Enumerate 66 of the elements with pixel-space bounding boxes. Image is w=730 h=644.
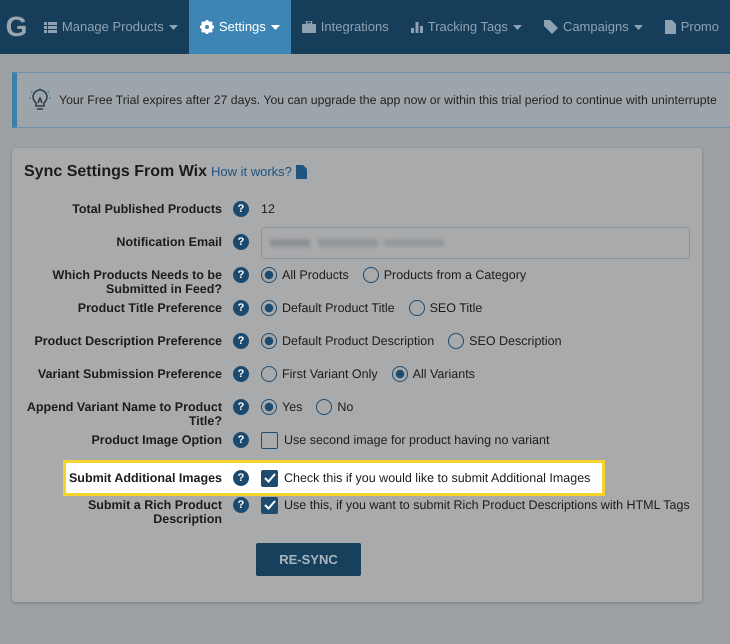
field-value: 12 xyxy=(261,201,275,218)
nav-item[interactable]: Integrations xyxy=(290,0,400,54)
radio-label[interactable]: Default Product Description xyxy=(282,332,434,351)
field-label: Product Title Preference xyxy=(76,300,222,315)
help-icon[interactable]: ? xyxy=(233,399,249,415)
field-label: Append Variant Name to Product Title? xyxy=(26,399,222,428)
field-label: Product Image Option xyxy=(90,432,222,447)
list-icon xyxy=(44,22,57,32)
radio-label[interactable]: SEO Title xyxy=(430,299,482,318)
field-label: Product Description Preference xyxy=(33,333,222,348)
nav-item[interactable]: Manage Products xyxy=(32,0,189,54)
alert-text: Your Free Trial expires after 27 days. You can upgrade the app now or within this trial period to continue with uninterrupte xyxy=(59,92,717,109)
help-icon[interactable]: ? xyxy=(233,470,249,486)
field-label: Variant Submission Preference xyxy=(36,366,222,381)
help-icon[interactable]: ? xyxy=(233,432,249,448)
bar-chart-icon xyxy=(410,22,423,32)
document-icon xyxy=(664,20,676,34)
help-icon[interactable]: ? xyxy=(233,300,249,316)
help-icon[interactable]: ? xyxy=(233,234,249,250)
lightbulb-icon xyxy=(29,88,51,112)
field-label: Notification Email xyxy=(115,234,222,249)
briefcase-icon xyxy=(302,21,316,33)
radio-label[interactable]: No xyxy=(337,398,354,417)
checkbox[interactable] xyxy=(261,432,278,449)
checkbox[interactable] xyxy=(261,496,278,514)
radio-label[interactable]: First Variant Only xyxy=(282,365,378,384)
radio-label[interactable]: All Products xyxy=(282,266,349,285)
radio-label[interactable]: Yes xyxy=(282,398,302,417)
nav-item[interactable]: Promo xyxy=(654,0,730,54)
radio-label[interactable]: SEO Description xyxy=(469,332,562,351)
field-label: Submit a Rich Product Description xyxy=(86,496,222,526)
resync-button[interactable]: RE-SYNC xyxy=(256,542,361,576)
logo[interactable]: G xyxy=(0,0,33,54)
document-icon xyxy=(296,165,307,179)
radio-button[interactable] xyxy=(261,267,277,284)
field-label: Which Products Needs to be Submitted in Feed? xyxy=(52,267,222,296)
radio-button[interactable] xyxy=(408,300,425,316)
help-icon[interactable]: ? xyxy=(233,267,249,283)
nav-item[interactable]: Tracking Tags xyxy=(400,0,533,54)
tag-icon xyxy=(544,20,558,34)
field-label: Submit Additional Images xyxy=(68,470,222,485)
help-icon[interactable]: ? xyxy=(233,333,249,349)
help-icon[interactable]: ? xyxy=(233,201,249,217)
radio-label[interactable]: All Variants xyxy=(412,365,475,384)
nav-item[interactable]: Settings xyxy=(188,0,291,54)
gear-icon xyxy=(200,20,214,34)
radio-button[interactable] xyxy=(392,366,408,382)
radio-label[interactable]: Default Product Title xyxy=(282,299,395,318)
radio-button[interactable] xyxy=(261,399,277,416)
radio-label[interactable]: Products from a Category xyxy=(384,266,526,285)
radio-button[interactable] xyxy=(362,267,379,284)
radio-button[interactable] xyxy=(316,399,332,416)
radio-button[interactable] xyxy=(448,333,464,350)
input-field[interactable] xyxy=(261,227,690,259)
nav-item[interactable]: Campaigns xyxy=(532,0,654,54)
radio-button[interactable] xyxy=(261,300,277,316)
checkbox-label[interactable]: Use second image for product having no variant xyxy=(284,431,550,450)
radio-button[interactable] xyxy=(261,333,277,350)
help-icon[interactable]: ? xyxy=(233,496,249,513)
checkbox[interactable] xyxy=(261,470,278,487)
field-label: Total Published Products xyxy=(71,201,222,216)
checkbox-label[interactable]: Check this if you would like to submit Additional Images xyxy=(284,469,590,488)
card-title: Sync Settings From Wix xyxy=(24,162,207,182)
help-icon[interactable]: ? xyxy=(233,366,249,382)
radio-button[interactable] xyxy=(261,366,277,382)
checkbox-label[interactable]: Use this, if you want to submit Rich Product Descriptions with HTML Tags xyxy=(284,496,690,514)
